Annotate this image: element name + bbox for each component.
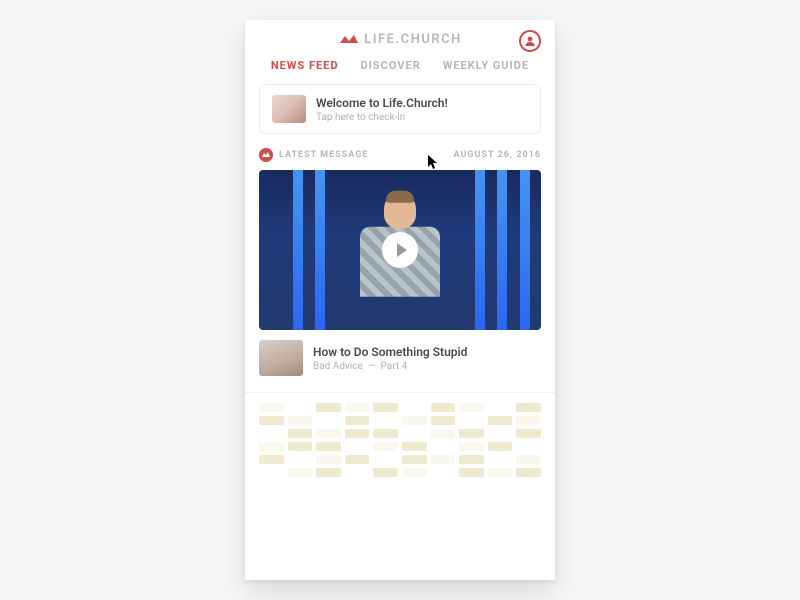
placeholder-grid bbox=[259, 403, 541, 477]
message-thumbnail bbox=[259, 340, 303, 376]
section-header-left: LATEST MESSAGE bbox=[259, 148, 368, 162]
brand-logo: LIFE.CHURCH bbox=[338, 32, 462, 47]
stage-light bbox=[497, 170, 507, 330]
message-title: How to Do Something Stupid bbox=[313, 345, 467, 359]
stage-light bbox=[293, 170, 303, 330]
welcome-thumbnail bbox=[272, 95, 306, 123]
video-thumbnail[interactable] bbox=[259, 170, 541, 330]
welcome-card[interactable]: Welcome to Life.Church! Tap here to chec… bbox=[259, 84, 541, 134]
nav-tabs: NEWS FEED DISCOVER WEEKLY GUIDE bbox=[245, 53, 555, 84]
message-subtitle: Bad Advice — Part 4 bbox=[313, 361, 467, 372]
welcome-title: Welcome to Life.Church! bbox=[316, 96, 448, 110]
brand-name: LIFE.CHURCH bbox=[364, 32, 462, 47]
tab-weekly-guide[interactable]: WEEKLY GUIDE bbox=[443, 59, 529, 72]
stage-light bbox=[315, 170, 325, 330]
section-header: LATEST MESSAGE AUGUST 26, 2016 bbox=[245, 148, 555, 170]
message-divider: — bbox=[368, 361, 376, 372]
welcome-subtitle: Tap here to check-in bbox=[316, 112, 448, 123]
message-text-group: How to Do Something Stupid Bad Advice — … bbox=[313, 345, 467, 372]
tab-discover[interactable]: DISCOVER bbox=[361, 59, 421, 72]
brand-logo-icon bbox=[338, 34, 360, 46]
tab-news-feed[interactable]: NEWS FEED bbox=[271, 59, 339, 72]
stage-light bbox=[475, 170, 485, 330]
message-meta[interactable]: How to Do Something Stupid Bad Advice — … bbox=[245, 330, 555, 392]
message-part: Part 4 bbox=[381, 361, 408, 372]
welcome-text-group: Welcome to Life.Church! Tap here to chec… bbox=[316, 96, 448, 123]
content-placeholder bbox=[259, 403, 541, 503]
section-divider bbox=[245, 392, 555, 393]
section-badge-icon bbox=[259, 148, 273, 162]
profile-icon bbox=[524, 35, 536, 47]
stage-light bbox=[520, 170, 530, 330]
section-label: LATEST MESSAGE bbox=[279, 150, 368, 160]
app-screen: LIFE.CHURCH NEWS FEED DISCOVER WEEKLY GU… bbox=[245, 20, 555, 580]
play-button[interactable] bbox=[382, 232, 418, 268]
profile-button[interactable] bbox=[519, 30, 541, 52]
section-date: AUGUST 26, 2016 bbox=[453, 150, 541, 160]
app-header: LIFE.CHURCH bbox=[245, 20, 555, 53]
message-series: Bad Advice bbox=[313, 361, 363, 372]
